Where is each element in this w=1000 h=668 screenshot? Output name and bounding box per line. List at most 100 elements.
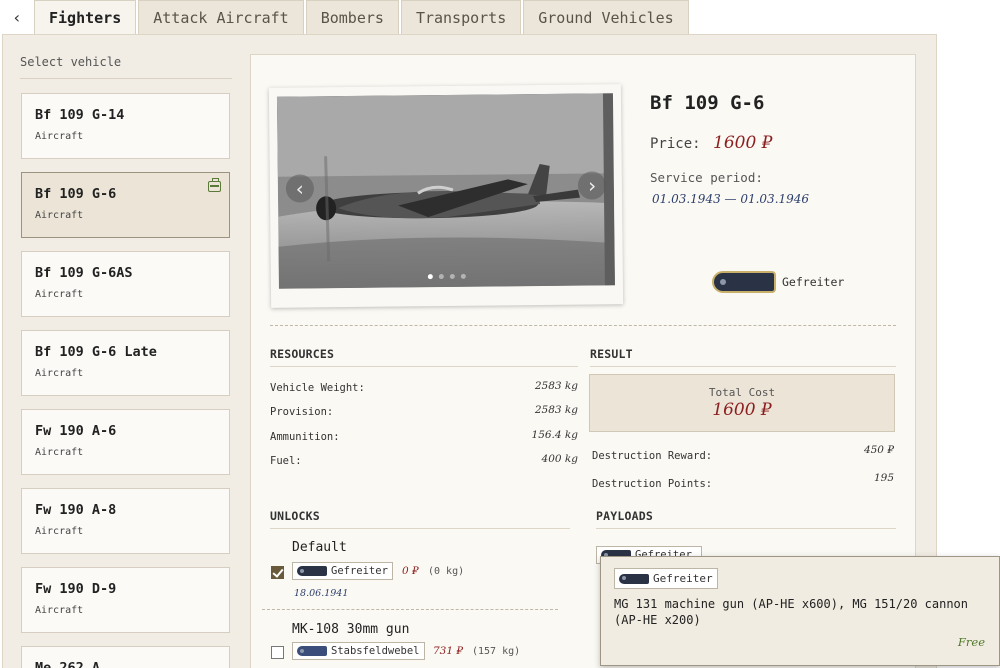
payload-tooltip: Gefreiter MG 131 machine gun (AP-HE x600… [600, 556, 1000, 666]
rank-insignia-icon [297, 646, 327, 656]
vehicle-category: Aircraft [35, 447, 84, 458]
resource-row: Fuel: 400 kg [270, 453, 578, 469]
unlock-name: Default [292, 540, 347, 555]
tab-bombers[interactable]: Bombers [305, 0, 399, 34]
vehicle-sidebar: Select vehicle [20, 55, 232, 93]
vehicle-category: Aircraft [35, 210, 84, 221]
tab-fighters[interactable]: Fighters [34, 0, 137, 34]
resource-label: Ammunition: [270, 431, 340, 443]
tab-transports[interactable]: Transports [400, 0, 522, 34]
back-chevron-icon[interactable]: ‹ [0, 0, 34, 34]
result-value: 450 ₽ [863, 444, 894, 456]
gallery-dot[interactable] [460, 273, 466, 279]
unlock-rank-name: Gefreiter [331, 565, 388, 577]
vehicle-category: Aircraft [35, 368, 84, 379]
total-cost-value: 1600 ₽ [712, 400, 772, 420]
gallery-dot[interactable] [427, 274, 433, 280]
unlock-weight: (157 kg) [472, 646, 521, 657]
service-period-value: 01.03.1943 — 01.03.1946 [652, 192, 810, 206]
unlock-rank-name: Stabsfeldwebel [331, 645, 420, 657]
vehicle-name: Bf 109 G-6AS [35, 265, 133, 281]
section-divider [270, 325, 896, 326]
vehicle-item[interactable]: Bf 109 G-14 Aircraft [21, 93, 230, 159]
gallery-next-button[interactable]: › [577, 171, 607, 200]
vehicle-category: Aircraft [35, 289, 84, 300]
tooltip-description: MG 131 machine gun (AP-HE x600), MG 151/… [614, 597, 969, 627]
vehicle-item[interactable]: Fw 190 D-9 Aircraft [21, 567, 230, 633]
total-cost-label: Total Cost [708, 386, 776, 399]
price-value: 1600 ₽ [713, 133, 773, 153]
total-cost-box: Total Cost 1600 ₽ [589, 374, 895, 432]
unlock-weight: (0 kg) [428, 566, 465, 577]
vehicle-name: Bf 109 G-6 [35, 186, 117, 202]
unlock-divider [262, 609, 558, 610]
tooltip-rank-chip: Gefreiter [614, 568, 718, 589]
tooltip-rank-name: Gefreiter [653, 572, 713, 585]
resource-value: 2583 kg [534, 404, 578, 416]
garage-icon [208, 178, 221, 192]
required-rank: Gefreiter [712, 271, 844, 293]
unlock-checkbox[interactable] [271, 566, 284, 579]
resource-row: Vehicle Weight: 2583 kg [270, 380, 578, 396]
tab-attack-aircraft[interactable]: Attack Aircraft [138, 0, 304, 34]
vehicle-item[interactable]: Bf 109 G-6 Late Aircraft [21, 330, 230, 396]
vehicle-item-selected[interactable]: Bf 109 G-6 Aircraft [21, 172, 230, 238]
unlock-cost: 731 ₽ [433, 645, 464, 657]
resource-label: Fuel: [270, 455, 302, 467]
unlock-checkbox[interactable] [271, 646, 284, 659]
resource-value: 400 kg [541, 453, 578, 465]
unlock-date: 18.06.1941 [294, 588, 349, 599]
gallery-dot[interactable] [438, 274, 444, 280]
vehicle-item[interactable]: Fw 190 A-6 Aircraft [21, 409, 230, 475]
resources-divider [270, 366, 578, 367]
result-title: RESULT [590, 347, 633, 361]
resource-row: Ammunition: 156.4 kg [270, 429, 578, 445]
tooltip-price: Free [957, 635, 985, 649]
result-label: Destruction Points: [592, 478, 713, 490]
result-value: 195 [873, 472, 894, 484]
payloads-title: PAYLOADS [596, 509, 653, 523]
resource-value: 2583 kg [534, 380, 578, 392]
gallery-dot[interactable] [449, 273, 455, 279]
vehicle-category-tabs: ‹ Fighters Attack Aircraft Bombers Trans… [0, 0, 691, 34]
vehicle-name: Bf 109 G-6 Late [35, 344, 157, 360]
resource-value: 156.4 kg [531, 429, 578, 441]
unlock-cost: 0 ₽ [402, 565, 419, 577]
vehicle-photo: ‹ › [276, 93, 615, 289]
result-divider [590, 366, 896, 367]
rank-insignia-icon [297, 566, 327, 576]
vehicle-name: Bf 109 G-14 [35, 107, 125, 123]
rank-name: Gefreiter [782, 275, 845, 289]
resource-row: Provision: 2583 kg [270, 404, 578, 420]
vehicle-item[interactable]: Bf 109 G-6AS Aircraft [21, 251, 230, 317]
result-row: Destruction Reward: 450 ₽ [592, 444, 894, 464]
resource-label: Provision: [270, 406, 334, 418]
tab-ground-vehicles[interactable]: Ground Vehicles [523, 0, 689, 34]
service-period-label: Service period: [650, 170, 763, 185]
price-label: Price: [650, 136, 701, 152]
result-label: Destruction Reward: [592, 450, 713, 462]
vehicle-title: Bf 109 G-6 [650, 92, 765, 114]
vehicle-category: Aircraft [35, 605, 84, 616]
vehicle-category: Aircraft [35, 526, 84, 537]
unlock-name: MK-108 30mm gun [292, 622, 410, 637]
payloads-divider [596, 528, 896, 529]
unlocks-title: UNLOCKS [270, 509, 320, 523]
vehicle-category: Aircraft [35, 131, 84, 142]
unlock-rank-chip: Gefreiter [292, 562, 393, 580]
rank-insignia-icon [619, 573, 649, 584]
vehicle-name: Fw 190 A-6 [35, 423, 117, 439]
vehicle-name: Fw 190 A-8 [35, 502, 117, 518]
unlock-rank-chip: Stabsfeldwebel [292, 642, 425, 660]
sidebar-title: Select vehicle [20, 55, 232, 79]
unlocks-divider [270, 528, 570, 529]
vehicle-name: Fw 190 D-9 [35, 581, 117, 597]
resources-title: RESOURCES [270, 347, 335, 361]
vehicle-item[interactable]: Me 262 A [21, 646, 230, 668]
vehicle-item[interactable]: Fw 190 A-8 Aircraft [21, 488, 230, 554]
result-row: Destruction Points: 195 [592, 472, 894, 492]
aircraft-photo-graphic [276, 93, 615, 289]
gallery-prev-button[interactable]: ‹ [285, 174, 315, 203]
vehicle-photo-card: ‹ › [268, 84, 624, 308]
resource-label: Vehicle Weight: [270, 382, 365, 394]
